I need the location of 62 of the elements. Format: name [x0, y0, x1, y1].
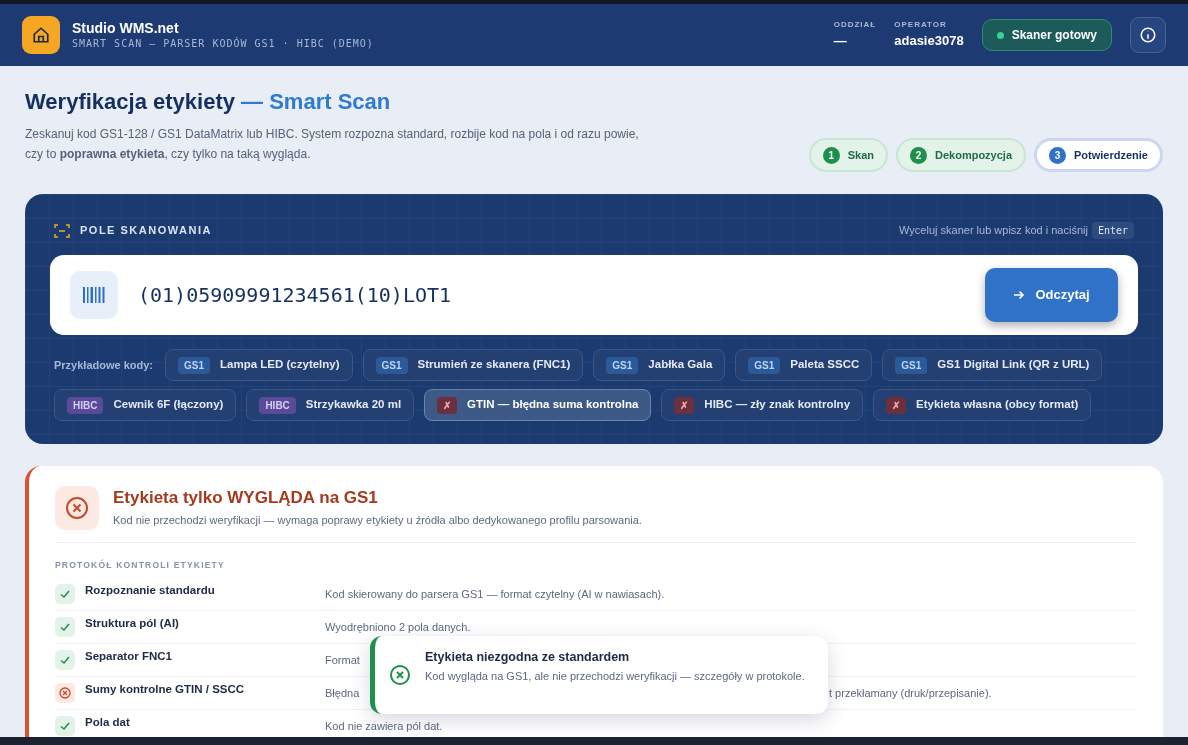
check-name: Sumy kontrolne GTIN / SSCC [85, 682, 246, 698]
code-tag: GS1 [748, 356, 781, 374]
toast-title: Etykieta niezgodna ze standardem [425, 649, 631, 666]
read-button[interactable]: Odczytaj [985, 268, 1118, 322]
check-detail: Kod skierowany do parsera GS1 — format czytelny (AI w nawiasach). [325, 586, 665, 602]
check-detail: Błędna [325, 685, 361, 701]
error-circle-icon [389, 664, 411, 686]
info-button[interactable] [1130, 17, 1166, 53]
branch-value: — [833, 32, 848, 51]
scan-input-field[interactable]: (01)05909991234561(10)LOT1 Odczytaj [50, 255, 1138, 335]
scanner-status-badge: Skaner gotowy [981, 19, 1112, 51]
step-pill[interactable]: 1 Skan [808, 138, 888, 172]
example-code-chip[interactable]: HIBC Strzykawka 20 ml [246, 389, 415, 421]
home-icon[interactable] [22, 16, 60, 54]
check-detail: t przekłamany (druk/przepisanie). [829, 685, 992, 701]
toast-message: Kod wygląda na GS1, ale nie przechodzi weryfikacji — szczegóły w protokole. [425, 668, 805, 684]
check-detail: Kod nie zawiera pól dat. [325, 718, 443, 734]
code-tag: HIBC [259, 396, 296, 414]
example-code-chip[interactable]: HIBC Cewnik 6F (łączony) [54, 389, 237, 421]
operator-label: OPERATOR [894, 19, 948, 32]
code-tag: ✗ [886, 396, 907, 414]
code-tag: GS1 [606, 356, 639, 374]
code-tag: GS1 [178, 356, 211, 374]
example-code-chip[interactable]: GS1 Paleta SSCC [735, 349, 873, 381]
example-code-chip[interactable]: GS1 Lampa LED (czytelny) [165, 349, 353, 381]
arrow-right-icon [1013, 289, 1026, 301]
code-tag: GS1 [375, 356, 408, 374]
check-name: Separator FNC1 [85, 649, 173, 665]
example-code-chip[interactable]: GS1 GS1 Digital Link (QR z URL) [882, 349, 1103, 381]
protocol-title: PROTOKÓŁ KONTROLI ETYKIETY [55, 559, 226, 572]
code-tag: ✗ [437, 396, 458, 414]
check-name: Struktura pól (AI) [85, 616, 180, 632]
page-title: Weryfikacja etykiety [25, 89, 235, 114]
app-name: Studio WMS.net [72, 19, 180, 37]
page-title-accent: — Smart Scan [241, 89, 391, 114]
example-code-chip[interactable]: ✗ Etykieta własna (obcy format) [873, 389, 1092, 421]
example-code-chip[interactable]: GS1 Strumień ze skanera (FNC1) [362, 349, 584, 381]
example-code-chip[interactable]: GS1 Jabłka Gala [593, 349, 726, 381]
app-subtitle: SMART SCAN — PARSER KODÓW GS1 · HIBC (DEMO) [72, 37, 374, 51]
scan-hint: Wyceluj skaner lub wpisz kod i naciśnij [899, 223, 1088, 239]
operator-name: adasie3078 [894, 32, 964, 51]
scan-frame-icon [54, 223, 70, 238]
barcode-icon [70, 271, 118, 319]
code-tag: GS1 [895, 356, 928, 374]
result-title: Etykieta tylko WYGLĄDA na GS1 [113, 487, 379, 509]
info-icon [1139, 26, 1157, 44]
example-code-chip[interactable]: ✗ HIBC — zły znak kontrolny [661, 389, 864, 421]
step-pill[interactable]: 3 Potwierdzenie [1034, 138, 1163, 172]
step-pill[interactable]: 2 Dekompozycja [896, 138, 1027, 172]
branch-label: ODDZIAŁ [833, 19, 877, 32]
check-detail: Format [325, 652, 360, 668]
check-name: Pola dat [85, 715, 131, 731]
code-tag: ✗ [674, 396, 695, 414]
enter-key: Enter [1091, 222, 1134, 239]
result-subtitle: Kod nie przechodzi weryfikacji — wymaga poprawy etykiety u źródła albo dedykowanego profilu parsowania. [113, 513, 642, 528]
check-detail: Wyodrębniono 2 pola danych. [325, 619, 471, 635]
examples-label: Przykładowe kody: [54, 357, 154, 373]
panel-title: POLE SKANOWANIA [80, 223, 212, 239]
check-name: Rozpoznanie standardu [85, 583, 216, 599]
example-code-chip[interactable]: ✗ GTIN — błędna suma kontrolna [424, 389, 652, 421]
code-tag: HIBC [67, 396, 104, 414]
page-description: Zeskanuj kod GS1-128 / GS1 DataMatrix lub HIBC. System rozpozna standard, rozbije kod na pola i od razu powie, czy to poprawna etykieta, czy tylko na taką wygląda. [25, 126, 640, 163]
